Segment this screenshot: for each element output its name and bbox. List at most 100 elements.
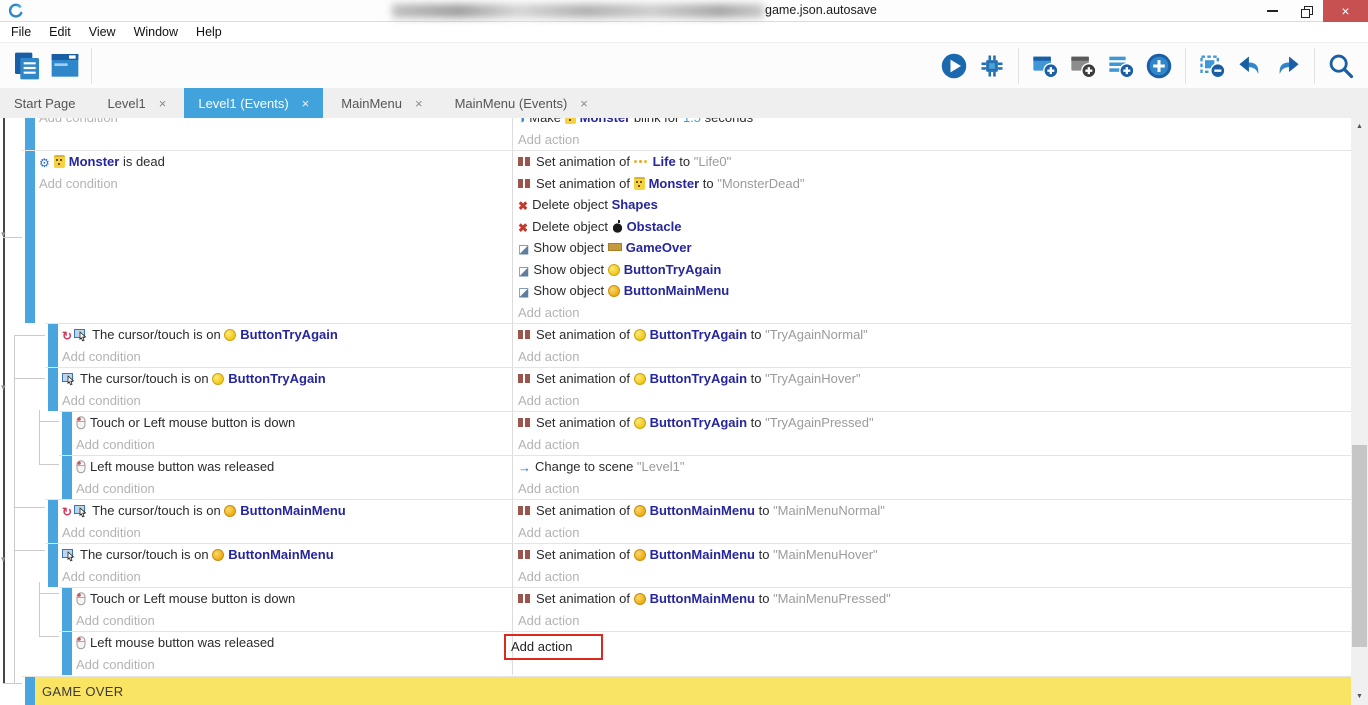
add-condition-button[interactable]: Add condition [72, 478, 512, 500]
action[interactable]: ✖Delete object Obstacle [513, 216, 1351, 238]
event-handle[interactable] [48, 368, 58, 411]
add-comment-button[interactable] [1105, 50, 1137, 82]
add-condition-button[interactable]: Add condition [58, 346, 512, 368]
close-icon[interactable]: × [302, 96, 310, 111]
event-handle[interactable] [25, 118, 35, 150]
redo-button[interactable] [1272, 50, 1304, 82]
action[interactable]: Set animation of ButtonTryAgain to "TryA… [513, 324, 1351, 346]
condition[interactable]: Touch or Left mouse button is down [72, 588, 512, 610]
add-action-button[interactable]: Add action [513, 346, 1351, 368]
action[interactable]: ◪Show object ButtonTryAgain [513, 259, 1351, 281]
event-handle[interactable] [62, 588, 72, 631]
vertical-scrollbar[interactable] [1351, 118, 1368, 705]
tab-mainmenu-events[interactable]: MainMenu (Events) × [441, 88, 602, 118]
expander-icon[interactable]: ▾ [1, 383, 6, 392]
event-handle[interactable] [62, 412, 72, 455]
add-new-button[interactable] [1143, 50, 1175, 82]
close-icon[interactable]: × [159, 96, 167, 111]
tab-level1[interactable]: Level1 × [93, 88, 180, 118]
add-condition-button[interactable]: Add condition [58, 566, 512, 588]
condition[interactable]: The cursor/touch is on ButtonTryAgain [58, 368, 512, 390]
event-handle[interactable] [48, 544, 58, 587]
event-handle[interactable] [48, 324, 58, 367]
add-condition-button[interactable]: Add condition [58, 522, 512, 544]
event-handle[interactable] [62, 632, 72, 675]
project-manager-icon[interactable] [11, 50, 43, 82]
action[interactable]: Set animation of Life to "Life0" [513, 151, 1351, 173]
condition[interactable]: ⚙Monster is dead [35, 151, 512, 173]
instruction-text: Set animation of [536, 415, 634, 430]
menu-window[interactable]: Window [125, 23, 187, 41]
add-condition-button[interactable]: Add condition [35, 118, 512, 129]
action[interactable]: →Change to scene "Level1" [513, 456, 1351, 478]
menu-file[interactable]: File [2, 23, 40, 41]
condition[interactable]: Left mouse button was released [72, 632, 512, 654]
add-action-button[interactable]: Add action [513, 302, 1351, 324]
add-condition-button[interactable]: Add condition [72, 610, 512, 632]
add-action-button[interactable]: Add action [513, 522, 1351, 544]
instruction-text: to [747, 327, 765, 342]
scrollbar-thumb[interactable] [1352, 445, 1367, 647]
restore-button[interactable] [1289, 0, 1323, 22]
add-condition-button[interactable]: Add condition [72, 654, 512, 676]
action[interactable]: Set animation of ButtonTryAgain to "TryA… [513, 412, 1351, 434]
minimize-button[interactable] [1255, 0, 1289, 22]
restore-icon [1301, 6, 1312, 17]
remove-event-button[interactable] [1196, 50, 1228, 82]
close-button[interactable]: × [1323, 0, 1368, 22]
close-icon[interactable]: × [415, 96, 423, 111]
add-action-button[interactable]: Add action [513, 610, 1351, 632]
event-handle[interactable] [25, 151, 35, 323]
btn-yellow-icon [224, 329, 236, 341]
action[interactable]: Set animation of Monster to "MonsterDead… [513, 173, 1351, 195]
add-subevent-button[interactable] [1067, 50, 1099, 82]
tab-label: MainMenu [341, 96, 402, 111]
tab-start-page[interactable]: Start Page [0, 88, 89, 118]
add-action-button[interactable]: Add action [504, 634, 603, 660]
action[interactable]: Set animation of ButtonMainMenu to "Main… [513, 544, 1351, 566]
scroll-up-button[interactable] [1351, 118, 1368, 135]
event-handle[interactable] [25, 677, 35, 705]
menu-help[interactable]: Help [187, 23, 231, 41]
add-condition-button[interactable]: Add condition [58, 390, 512, 412]
tab-bar: Start Page Level1 × Level1 (Events) × Ma… [0, 88, 1368, 118]
menu-view[interactable]: View [80, 23, 125, 41]
undo-button[interactable] [1234, 50, 1266, 82]
action[interactable]: ✖Delete object Shapes [513, 194, 1351, 216]
search-button[interactable] [1325, 50, 1357, 82]
tab-level1-events[interactable]: Level1 (Events) × [184, 88, 323, 118]
condition[interactable]: The cursor/touch is on ButtonMainMenu [58, 544, 512, 566]
action[interactable]: ◪Show object GameOver [513, 237, 1351, 259]
condition[interactable]: ↻The cursor/touch is on ButtonMainMenu [58, 500, 512, 522]
actions-column: Set animation of ButtonTryAgain to "TryA… [512, 324, 1351, 367]
anim-icon [518, 374, 532, 383]
scene-window-icon[interactable] [49, 50, 81, 82]
action[interactable]: Set animation of ButtonMainMenu to "Main… [513, 588, 1351, 610]
add-condition-button[interactable]: Add condition [72, 434, 512, 456]
action[interactable]: ◑Make Monster blink for 1.5 seconds [513, 118, 1351, 129]
play-button[interactable] [938, 50, 970, 82]
add-action-button[interactable]: Add action [513, 129, 1351, 151]
debug-button[interactable] [976, 50, 1008, 82]
add-action-button[interactable]: Add action [513, 390, 1351, 412]
menu-edit[interactable]: Edit [40, 23, 80, 41]
tab-mainmenu[interactable]: MainMenu × [327, 88, 436, 118]
condition[interactable]: ↻The cursor/touch is on ButtonTryAgain [58, 324, 512, 346]
action[interactable]: Set animation of ButtonTryAgain to "TryA… [513, 368, 1351, 390]
event-handle[interactable] [48, 500, 58, 543]
expander-icon[interactable]: ▾ [1, 555, 6, 564]
condition[interactable]: Touch or Left mouse button is down [72, 412, 512, 434]
add-action-button[interactable]: Add action [513, 566, 1351, 588]
action[interactable]: Set animation of ButtonMainMenu to "Main… [513, 500, 1351, 522]
comment-text[interactable]: GAME OVER [35, 677, 1351, 705]
add-action-button[interactable]: Add action [513, 434, 1351, 456]
action[interactable]: ◪Show object ButtonMainMenu [513, 280, 1351, 302]
close-icon[interactable]: × [580, 96, 588, 111]
scroll-down-button[interactable] [1351, 688, 1368, 705]
condition[interactable]: Left mouse button was released [72, 456, 512, 478]
add-event-button[interactable] [1029, 50, 1061, 82]
expander-icon[interactable]: ▾ [1, 230, 6, 239]
event-handle[interactable] [62, 456, 72, 499]
add-condition-button[interactable]: Add condition [35, 173, 512, 195]
add-action-button[interactable]: Add action [513, 478, 1351, 500]
